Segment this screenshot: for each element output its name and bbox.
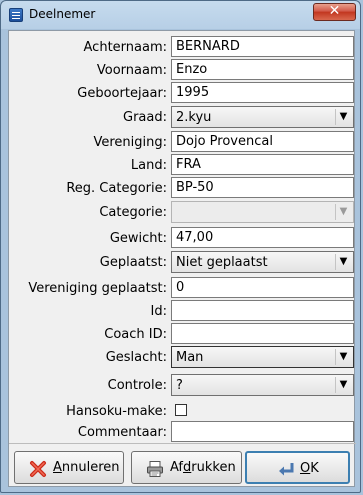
hansoku-make-checkbox[interactable] [175, 404, 187, 416]
coach-id-input[interactable] [171, 323, 354, 344]
categorie-select[interactable]: ▼ [171, 201, 354, 223]
graad-value: 2.kyu [176, 110, 212, 125]
coach-id-label: Coach ID: [104, 327, 167, 342]
geplaatst-label: Geplaatst: [99, 255, 167, 270]
achternaam-input[interactable]: BERNARD [171, 36, 354, 57]
graad-select[interactable]: 2.kyu ▼ [171, 106, 354, 128]
geslacht-value: Man [176, 350, 204, 365]
afdrukken-button[interactable]: Afdrukken [131, 451, 242, 484]
row-achternaam: Achternaam: BERNARD [9, 36, 356, 58]
geboortejaar-input[interactable]: 1995 [171, 82, 354, 103]
geplaatst-select[interactable]: Niet geplaatst ▼ [171, 251, 354, 273]
row-gewicht: Gewicht: 47,00 [9, 227, 356, 249]
land-label: Land: [130, 158, 167, 173]
enter-arrow-icon [279, 463, 294, 476]
printer-icon [147, 461, 163, 477]
id-label: Id: [150, 304, 167, 319]
controle-select[interactable]: ? ▼ [171, 374, 354, 396]
row-geboortejaar: Geboortejaar: 1995 [9, 82, 356, 104]
vereniging-geplaatst-input[interactable]: 0 [171, 277, 354, 298]
gewicht-input[interactable]: 47,00 [171, 227, 354, 248]
row-vereniging: Vereniging: Dojo Provencal [9, 131, 356, 153]
cancel-x-icon [30, 461, 46, 477]
gewicht-label: Gewicht: [109, 231, 167, 246]
row-geslacht: Geslacht: Man ▼ [9, 346, 356, 368]
commentaar-label: Commentaar: [77, 425, 167, 440]
achternaam-label: Achternaam: [83, 40, 167, 55]
voornaam-input[interactable]: Enzo [171, 59, 354, 80]
row-controle: Controle: ? ▼ [9, 374, 356, 396]
row-id: Id: [9, 300, 356, 322]
voornaam-label: Voornaam: [96, 63, 167, 78]
window-title: Deelnemer [29, 7, 96, 21]
geplaatst-value: Niet geplaatst [176, 255, 268, 270]
form-panel: Achternaam: BERNARD Voornaam: Enzo Geboo… [8, 30, 356, 488]
row-vereniging-geplaatst: Vereniging geplaatst: 0 [9, 277, 356, 299]
vereniging-geplaatst-label: Vereniging geplaatst: [28, 281, 167, 296]
land-input[interactable]: FRA [171, 154, 354, 175]
app-icon [9, 8, 23, 22]
vereniging-input[interactable]: Dojo Provencal [171, 131, 354, 152]
graad-label: Graad: [123, 110, 167, 125]
ok-button[interactable]: OK [245, 451, 350, 484]
row-categorie: Categorie: ▼ [9, 201, 356, 223]
annuleren-label: Annuleren [53, 460, 120, 475]
row-commentaar: Commentaar: [9, 421, 356, 443]
vereniging-label: Vereniging: [93, 135, 167, 150]
afdrukken-label: Afdrukken [170, 460, 236, 475]
row-hansoku-make: Hansoku-make: [9, 400, 356, 422]
hansoku-make-label: Hansoku-make: [66, 404, 167, 419]
chevron-down-icon: ▼ [335, 204, 351, 220]
row-coach-id: Coach ID: [9, 323, 356, 345]
chevron-down-icon[interactable]: ▼ [335, 349, 351, 365]
ok-label: OK [300, 461, 319, 476]
reg-categorie-input[interactable]: BP-50 [171, 177, 354, 198]
dialog-window: Deelnemer ✕ Achternaam: BERNARD Voornaam… [0, 0, 361, 493]
geboortejaar-label: Geboortejaar: [77, 86, 167, 101]
reg-categorie-label: Reg. Categorie: [66, 181, 167, 196]
categorie-label: Categorie: [99, 205, 167, 220]
id-input[interactable] [171, 300, 354, 321]
geslacht-label: Geslacht: [105, 350, 167, 365]
row-voornaam: Voornaam: Enzo [9, 59, 356, 81]
controle-value: ? [176, 378, 183, 393]
title-bar[interactable]: Deelnemer ✕ [1, 1, 362, 29]
close-button[interactable]: ✕ [313, 3, 356, 21]
annuleren-button[interactable]: Annuleren [14, 451, 124, 484]
row-land: Land: FRA [9, 154, 356, 176]
geslacht-select[interactable]: Man ▼ [171, 346, 354, 368]
row-graad: Graad: 2.kyu ▼ [9, 106, 356, 128]
row-geplaatst: Geplaatst: Niet geplaatst ▼ [9, 251, 356, 273]
row-reg-categorie: Reg. Categorie: BP-50 [9, 177, 356, 199]
controle-label: Controle: [107, 378, 167, 393]
chevron-down-icon[interactable]: ▼ [335, 109, 351, 125]
chevron-down-icon[interactable]: ▼ [335, 377, 351, 393]
button-bar: Annuleren Afdrukken OK [9, 443, 356, 488]
commentaar-input[interactable] [171, 421, 354, 442]
chevron-down-icon[interactable]: ▼ [335, 254, 351, 270]
